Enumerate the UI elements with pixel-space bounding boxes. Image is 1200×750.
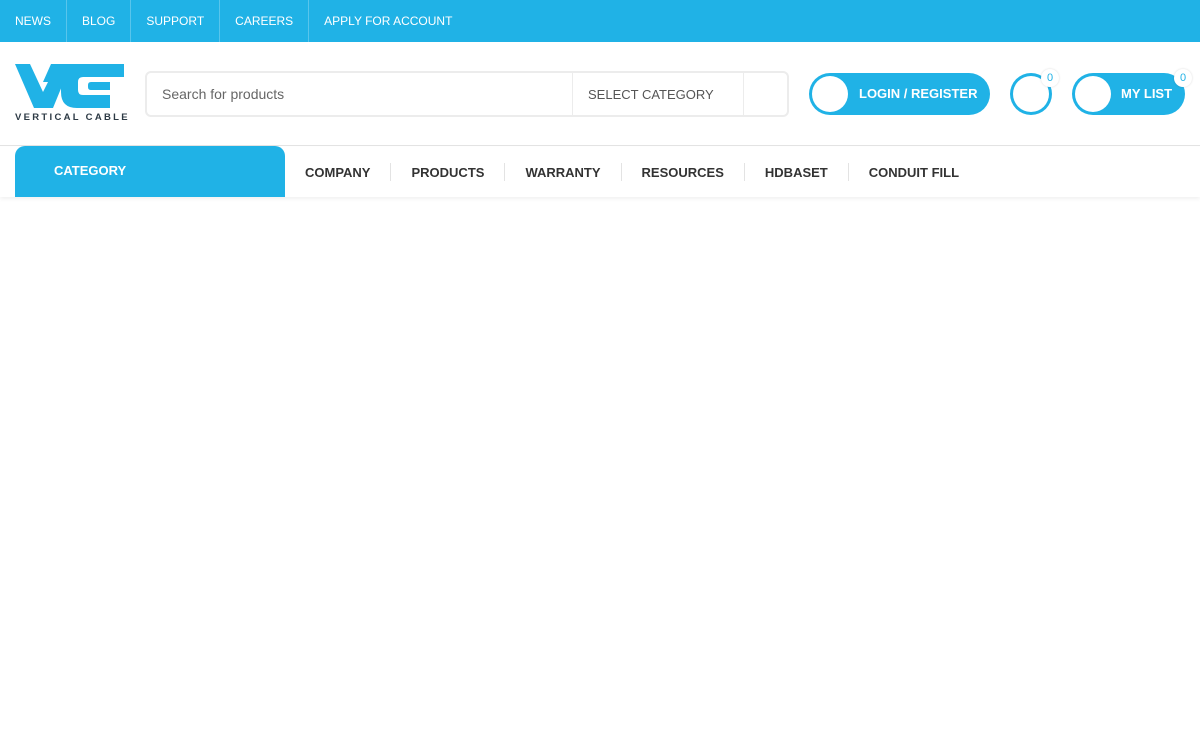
topbar-link-careers[interactable]: CAREERS <box>220 0 310 42</box>
nav-item-resources[interactable]: RESOURCES <box>622 163 745 181</box>
list-icon <box>1075 76 1111 112</box>
main-nav: CATEGORY COMPANY PRODUCTS WARRANTY RESOU… <box>0 146 1200 197</box>
my-list-count-badge: 0 <box>1174 69 1192 87</box>
topbar-link-blog[interactable]: BLOG <box>67 0 132 42</box>
login-register-button[interactable]: LOGIN / REGISTER <box>809 73 990 115</box>
user-icon <box>812 76 848 112</box>
compare-count-badge: 0 <box>1041 69 1059 87</box>
my-list-label: MY LIST <box>1121 86 1173 101</box>
top-bar: NEWS BLOG SUPPORT CAREERS APPLY FOR ACCO… <box>0 0 1200 42</box>
nav-item-warranty[interactable]: WARRANTY <box>505 163 622 181</box>
site-header: VERTICAL CABLE SELECT CATEGORY LOGIN / R… <box>0 42 1200 146</box>
my-list-button[interactable]: MY LIST 0 <box>1072 69 1192 115</box>
search-input[interactable] <box>147 73 572 115</box>
logo-text: VERTICAL CABLE <box>15 112 130 123</box>
topbar-link-support[interactable]: SUPPORT <box>131 0 221 42</box>
topbar-link-news[interactable]: NEWS <box>0 0 67 42</box>
login-register-label: LOGIN / REGISTER <box>859 86 978 101</box>
main-menu: COMPANY PRODUCTS WARRANTY RESOURCES HDBA… <box>285 147 979 197</box>
category-label: CATEGORY <box>54 163 127 178</box>
select-category-dropdown[interactable]: SELECT CATEGORY <box>572 73 743 115</box>
logo-mark <box>15 64 124 108</box>
site-logo[interactable]: VERTICAL CABLE <box>15 62 130 124</box>
compare-button[interactable]: 0 <box>1010 69 1059 115</box>
nav-item-company[interactable]: COMPANY <box>285 163 392 181</box>
search-button[interactable] <box>743 73 787 115</box>
nav-item-hdbaset[interactable]: HDBASET <box>745 163 849 181</box>
topbar-link-apply-for-account[interactable]: APPLY FOR ACCOUNT <box>309 0 467 42</box>
nav-item-products[interactable]: PRODUCTS <box>391 163 506 181</box>
category-menu-button[interactable]: CATEGORY <box>15 146 285 197</box>
nav-item-conduit-fill[interactable]: CONDUIT FILL <box>849 163 979 181</box>
search-bar: SELECT CATEGORY <box>145 71 789 117</box>
